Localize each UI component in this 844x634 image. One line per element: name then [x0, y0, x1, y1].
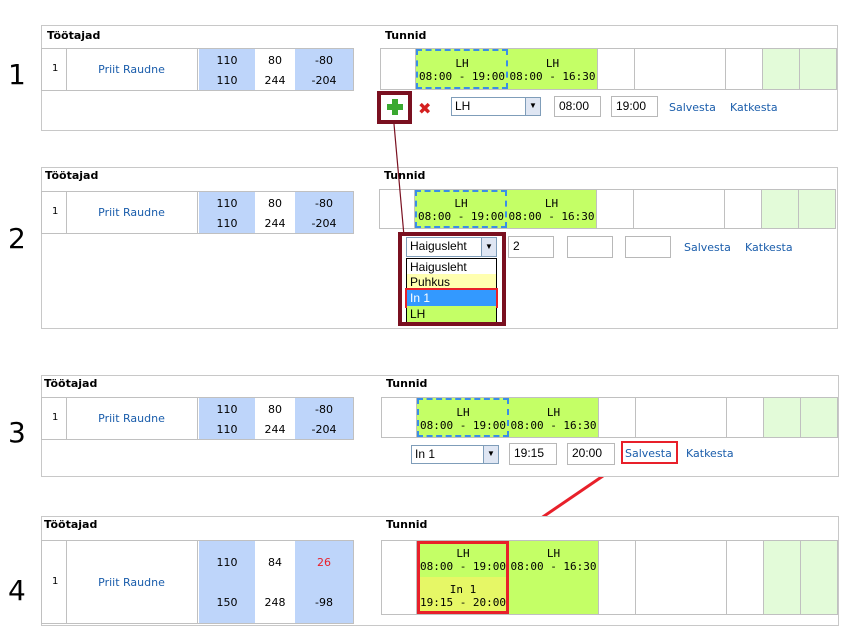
shift-type: LH: [546, 406, 561, 419]
cancel-link[interactable]: Katkesta: [686, 447, 734, 460]
employee-name-link[interactable]: Priit Raudne: [66, 576, 197, 589]
chevron-down-icon[interactable]: ▼: [483, 446, 498, 463]
shift-block[interactable]: LH 08:00 - 16:30: [509, 398, 599, 437]
shift-time: 08:00 - 16:30: [510, 560, 597, 573]
step-number-3: 3: [8, 416, 26, 449]
timeline-cell[interactable]: [636, 398, 727, 437]
timeline-cell[interactable]: [636, 541, 727, 614]
shift-block[interactable]: LH 08:00 - 19:00: [417, 398, 509, 437]
start-time-input[interactable]: 19:15: [509, 443, 557, 465]
employee-name-link[interactable]: Priit Raudne: [66, 412, 197, 425]
timeline-cell[interactable]: [764, 541, 801, 614]
timeline-cell[interactable]: [801, 398, 837, 437]
stat-value: 80: [268, 403, 282, 416]
stat-value: 110: [216, 403, 238, 416]
shift-time: 08:00 - 19:00: [419, 419, 507, 432]
hours-header: Tunnid: [386, 518, 428, 531]
stat-value: -80: [315, 403, 333, 416]
shift-type: LH: [546, 547, 561, 560]
timeline-row: LH 08:00 - 19:00 In 1 19:15 - 20:00 LH 0…: [381, 540, 838, 615]
stat-value: 84: [268, 556, 282, 569]
stat-value: -204: [311, 423, 337, 436]
employees-header: Töötajad: [44, 518, 98, 531]
timeline-cell[interactable]: [599, 398, 636, 437]
hours-header: Tunnid: [386, 377, 428, 390]
timeline-cell[interactable]: [382, 541, 417, 614]
timeline-cell[interactable]: [764, 398, 801, 437]
shift-type-select[interactable]: In 1 ▼: [411, 445, 499, 464]
stat-value: 110: [216, 556, 238, 569]
stat-value-changed: 26: [317, 556, 331, 569]
employees-header: Töötajad: [44, 377, 98, 390]
employee-index: 1: [52, 412, 59, 423]
shift-time: 08:00 - 16:30: [510, 419, 597, 432]
employee-row: 110 110 80 244 -80 -204 1 Priit Raudne: [41, 397, 354, 440]
employee-row: 110 150 84 248 26 -98 1 Priit Raudne: [41, 540, 354, 624]
timeline-cell[interactable]: [599, 541, 636, 614]
stat-value: 244: [264, 423, 286, 436]
stat-value: -98: [315, 596, 333, 609]
stat-value: 150: [216, 596, 238, 609]
timeline-cell[interactable]: [727, 398, 764, 437]
employee-index: 1: [52, 576, 59, 587]
timeline-row: LH 08:00 - 19:00 LH 08:00 - 16:30: [381, 397, 838, 438]
timeline-cell[interactable]: [382, 398, 417, 437]
stat-value: 110: [216, 423, 238, 436]
end-time-input[interactable]: 20:00: [567, 443, 615, 465]
save-link[interactable]: Salvesta: [625, 447, 672, 460]
step-number-4: 4: [8, 574, 26, 607]
shift-type: LH: [456, 406, 470, 419]
shift-block[interactable]: LH 08:00 - 16:30: [509, 541, 599, 577]
timeline-cell[interactable]: [727, 541, 764, 614]
stat-value: 248: [264, 596, 286, 609]
timeline-cell[interactable]: [509, 577, 599, 614]
select-value: In 1: [415, 447, 436, 461]
timeline-cell[interactable]: [801, 541, 837, 614]
new-shift-highlight: [417, 541, 509, 614]
